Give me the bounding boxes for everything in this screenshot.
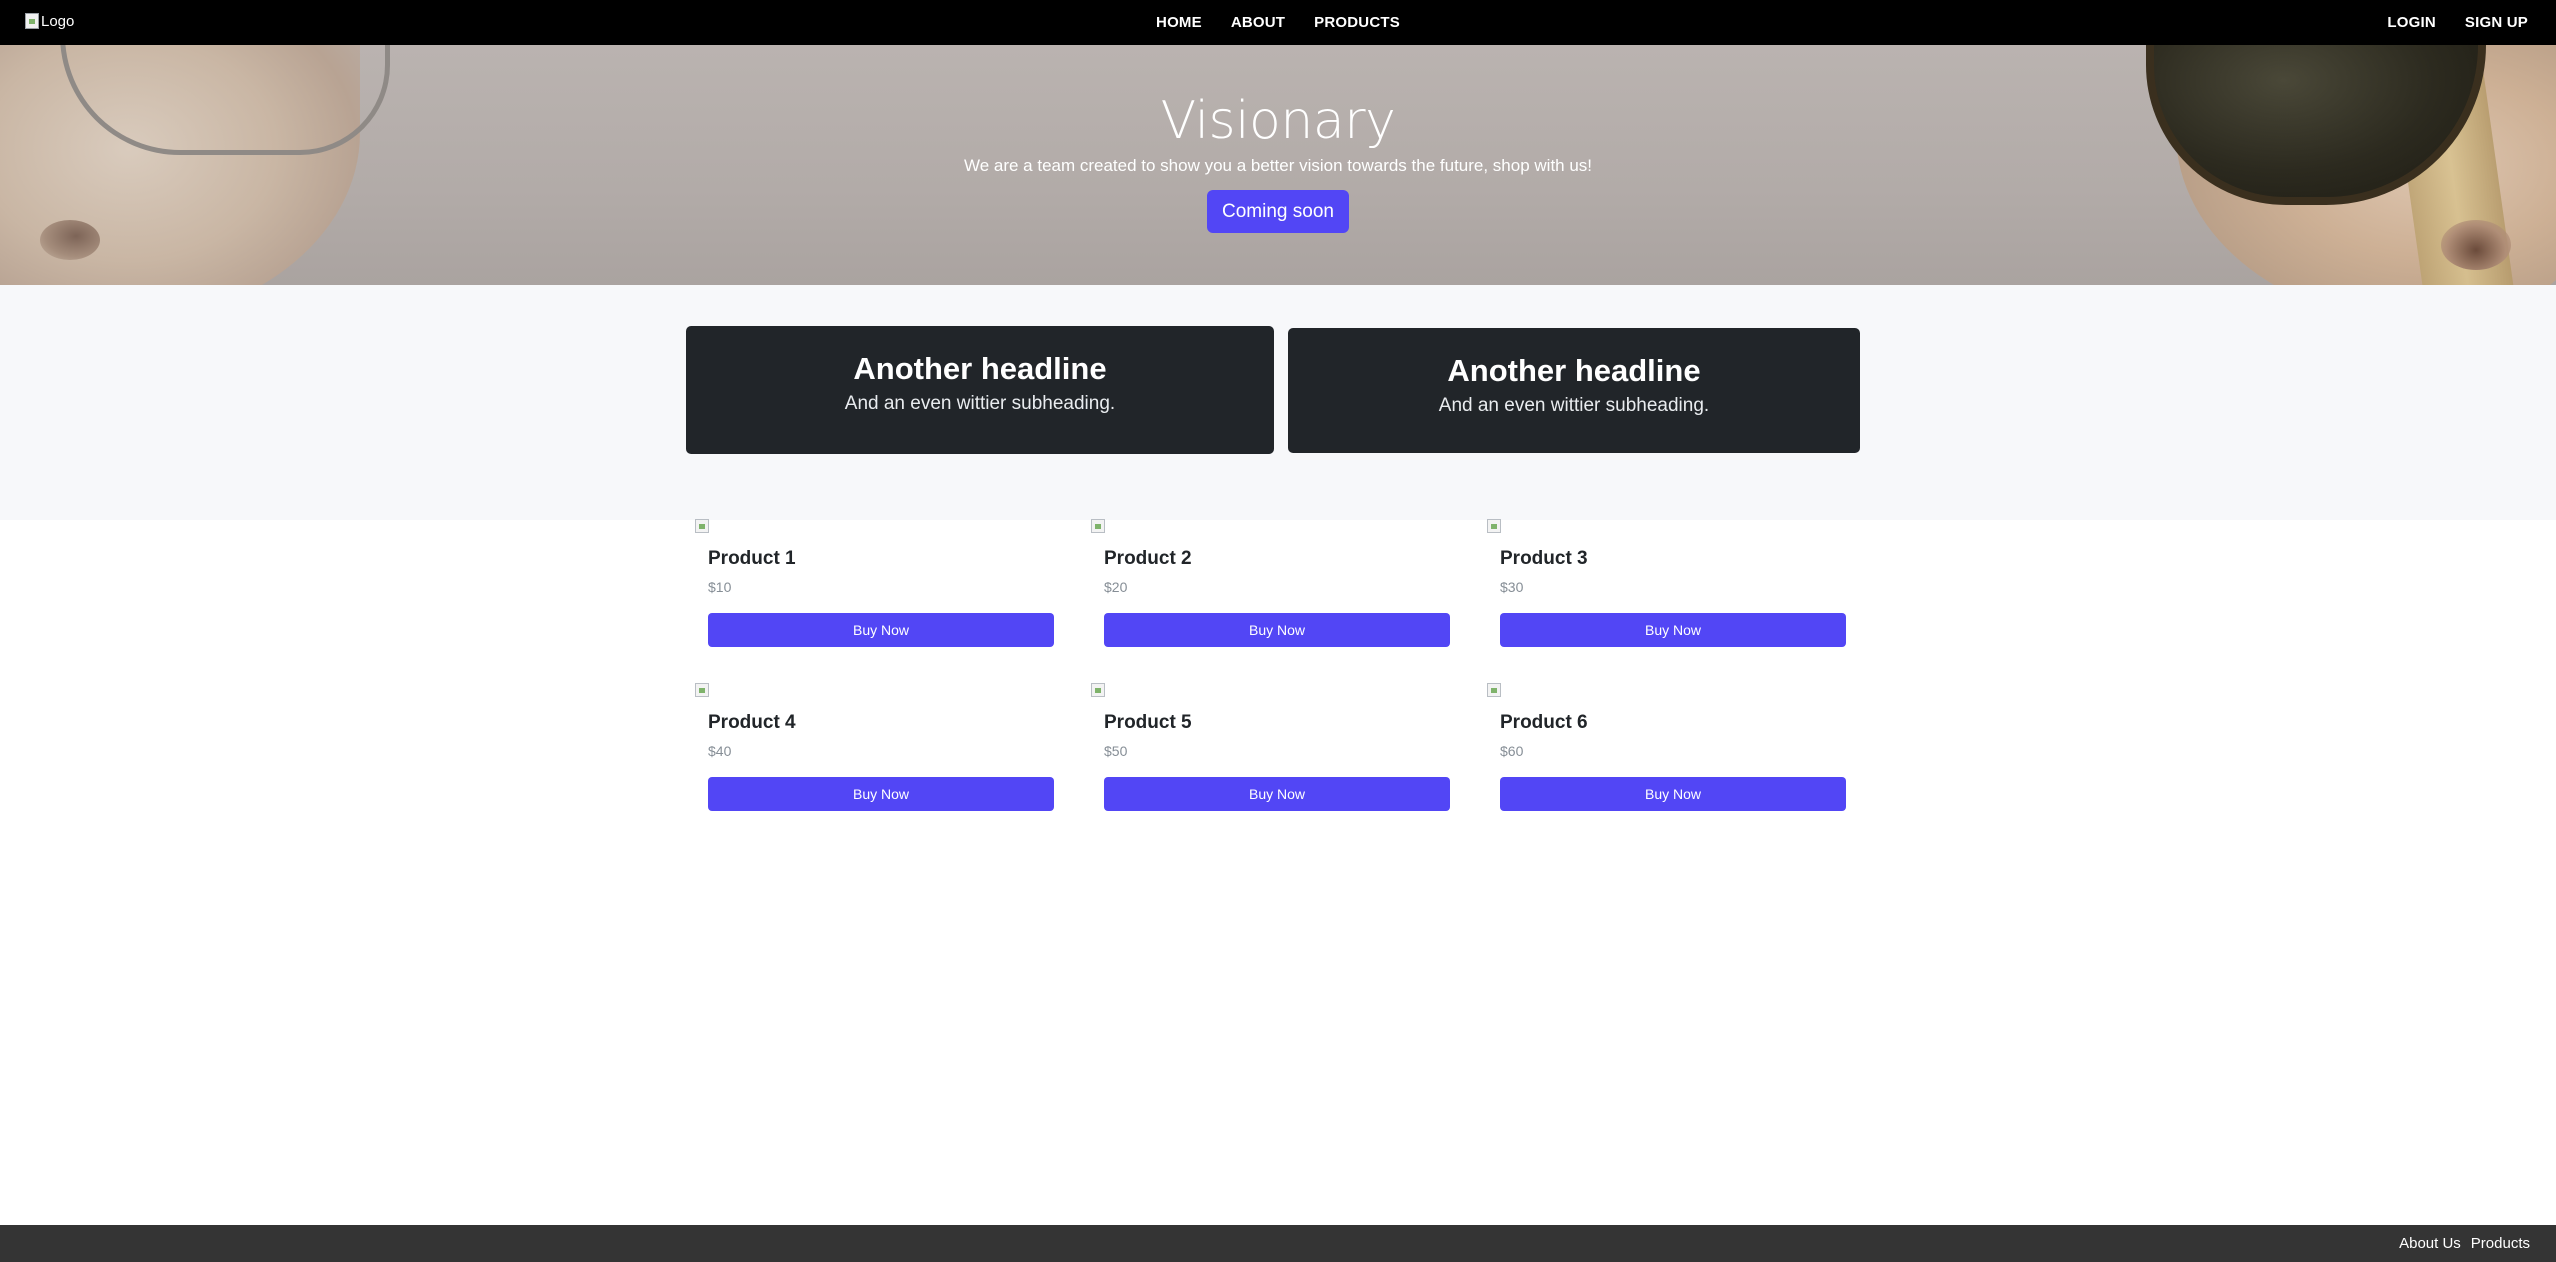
product-price: $60: [1500, 743, 1524, 759]
buy-now-button[interactable]: Buy Now: [708, 613, 1054, 647]
headline-title: Another headline: [853, 351, 1107, 386]
coming-soon-button[interactable]: Coming soon: [1207, 190, 1349, 234]
hero-banner: Visionary We are a team created to show …: [0, 45, 2556, 285]
footer-products-link[interactable]: Products: [2471, 1235, 2530, 1252]
headline-title: Another headline: [1447, 353, 1701, 388]
nav-about-link[interactable]: ABOUT: [1231, 14, 1285, 31]
nav-products-link[interactable]: PRODUCTS: [1314, 14, 1400, 31]
product-name: Product 1: [708, 548, 796, 569]
buy-now-button[interactable]: Buy Now: [1104, 777, 1450, 811]
headline-card: Another headline And an even wittier sub…: [686, 326, 1274, 454]
broken-image-icon: [695, 683, 709, 697]
broken-image-icon: [1091, 683, 1105, 697]
product-price: $30: [1500, 579, 1524, 595]
product-name: Product 2: [1104, 548, 1192, 569]
buy-now-button[interactable]: Buy Now: [1500, 777, 1846, 811]
broken-image-icon: [1487, 519, 1501, 533]
broken-image-icon: [1091, 519, 1105, 533]
product-name: Product 3: [1500, 548, 1588, 569]
product-card: Product 4 $40 Buy Now: [686, 682, 1082, 830]
broken-image-icon: [695, 519, 709, 533]
footer: About Us Products: [0, 1225, 2556, 1262]
buy-now-button[interactable]: Buy Now: [1104, 613, 1450, 647]
login-link[interactable]: LOGIN: [2387, 14, 2436, 31]
product-card: Product 3 $30 Buy Now: [1478, 518, 1874, 666]
hero-subtitle: We are a team created to show you a bett…: [963, 156, 1593, 176]
product-card: Product 2 $20 Buy Now: [1082, 518, 1478, 666]
hero-content: Visionary We are a team created to show …: [0, 90, 2556, 234]
product-price: $40: [708, 743, 732, 759]
footer-about-us-link[interactable]: About Us: [2399, 1235, 2461, 1252]
product-card: Product 5 $50 Buy Now: [1082, 682, 1478, 830]
hero-title: Visionary: [1160, 91, 1396, 151]
product-card: Product 6 $60 Buy Now: [1478, 682, 1874, 830]
product-card: Product 1 $10 Buy Now: [686, 518, 1082, 666]
broken-image-icon: [1487, 683, 1501, 697]
headline-subtitle: And an even wittier subheading.: [1438, 395, 1710, 416]
product-name: Product 5: [1104, 712, 1192, 733]
product-name: Product 4: [708, 712, 796, 733]
headline-subtitle: And an even wittier subheading.: [844, 393, 1116, 414]
product-price: $10: [708, 579, 732, 595]
product-name: Product 6: [1500, 712, 1588, 733]
buy-now-button[interactable]: Buy Now: [708, 777, 1054, 811]
headline-section: Another headline And an even wittier sub…: [0, 285, 2556, 520]
headline-card: Another headline And an even wittier sub…: [1288, 328, 1860, 453]
signup-link[interactable]: SIGN UP: [2465, 14, 2528, 31]
nav-home-link[interactable]: HOME: [1156, 14, 1202, 31]
main-nav: HOME ABOUT PRODUCTS: [0, 0, 2556, 45]
product-price: $20: [1104, 579, 1128, 595]
navbar: Logo HOME ABOUT PRODUCTS LOGIN SIGN UP: [0, 0, 2556, 45]
auth-nav: LOGIN SIGN UP: [2387, 0, 2528, 45]
buy-now-button[interactable]: Buy Now: [1500, 613, 1846, 647]
footer-links: About Us Products: [2399, 1225, 2530, 1262]
product-price: $50: [1104, 743, 1128, 759]
